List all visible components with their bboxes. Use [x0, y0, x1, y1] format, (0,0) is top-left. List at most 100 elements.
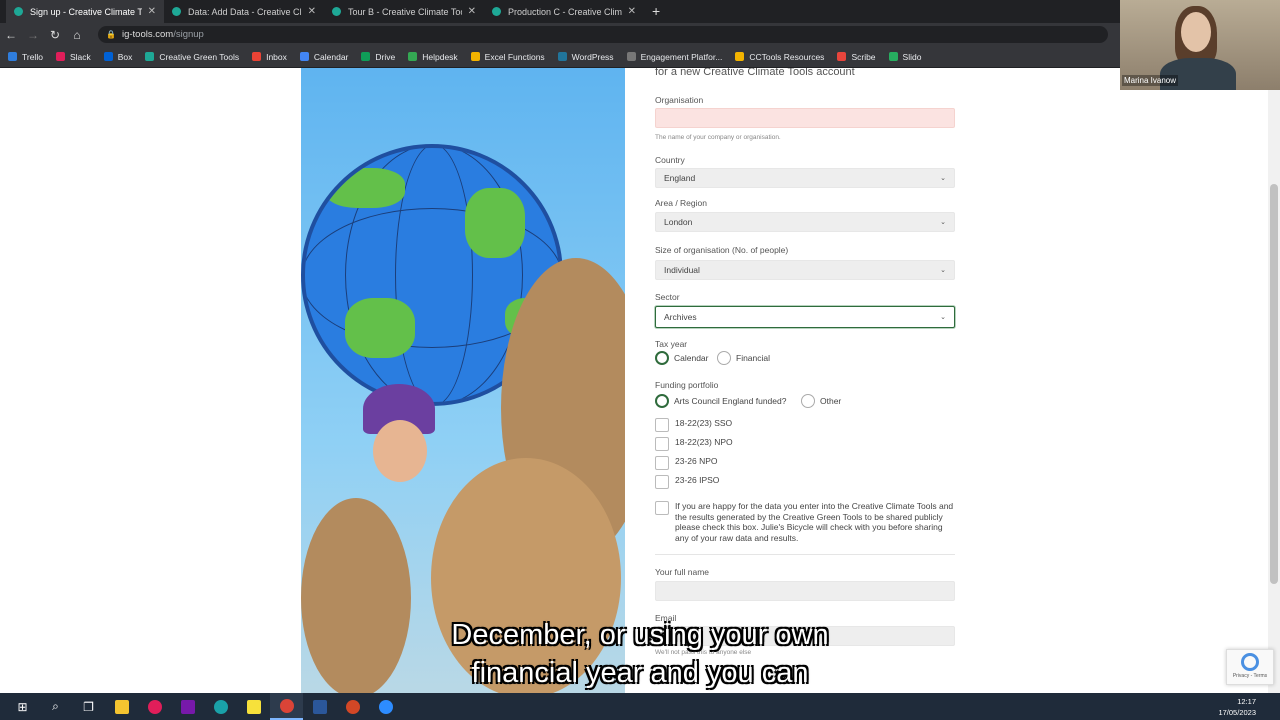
full-name-input[interactable]	[655, 581, 955, 601]
bookmark-item[interactable]: Helpdesk	[408, 52, 458, 62]
bookmark-icon	[299, 52, 309, 61]
hero-photo	[301, 68, 625, 693]
bookmark-icon	[408, 52, 418, 61]
sticky-notes-icon[interactable]	[237, 693, 270, 720]
presenter-face	[1181, 12, 1211, 52]
bookmark-item[interactable]: Engagement Platfor...	[626, 52, 722, 62]
slack-icon[interactable]	[138, 693, 171, 720]
funding-other-radio[interactable]: Other	[801, 394, 841, 408]
page-scrollbar[interactable]	[1268, 68, 1280, 693]
sector-label: Sector	[655, 292, 680, 302]
close-tab-icon[interactable]: ✕	[628, 6, 636, 17]
funding-label: Funding portfolio	[655, 380, 719, 390]
bookmark-icon	[470, 52, 480, 61]
tab-sign-up[interactable]: Sign up - Creative Climate Tools✕	[6, 0, 164, 23]
size-label: Size of organisation (No. of people)	[655, 245, 789, 255]
bookmark-icon	[252, 52, 262, 61]
home-icon[interactable]: ⌂	[66, 28, 88, 42]
search-icon[interactable]: ⌕	[39, 693, 72, 720]
bookmark-icon	[888, 52, 898, 61]
tab-add-data[interactable]: Data: Add Data - Creative Climat✕	[164, 0, 324, 23]
bookmark-item[interactable]: Slack	[55, 52, 91, 62]
funding-ace-radio[interactable]: Arts Council England funded?	[655, 394, 786, 408]
close-tab-icon[interactable]: ✕	[468, 6, 476, 17]
region-select[interactable]: London ⌄	[655, 212, 955, 232]
edge-icon[interactable]	[204, 693, 237, 720]
bookmark-icon	[735, 52, 745, 61]
portfolio-checkbox[interactable]: 18-22(23) NPO	[655, 437, 733, 451]
bookmark-item[interactable]: Inbox	[252, 52, 287, 62]
bookmark-item[interactable]: Box	[103, 52, 132, 62]
url-field[interactable]: 🔒 ig-tools.com/signup	[98, 26, 1108, 43]
organisation-input[interactable]	[655, 108, 955, 128]
windows-start-icon[interactable]: ⊞	[6, 693, 39, 720]
divider	[655, 554, 955, 555]
country-label: Country	[655, 155, 685, 165]
tab-production-c[interactable]: Production C - Creative Climate T✕	[484, 0, 644, 23]
bookmark-item[interactable]: Calendar	[299, 52, 348, 62]
webcam-overlay: Marina Ivanow	[1120, 0, 1280, 90]
bookmark-item[interactable]: Scribe	[837, 52, 876, 62]
site-favicon-icon	[172, 7, 181, 16]
portfolio-checkbox[interactable]: 18-22(23) SSO	[655, 418, 732, 432]
bookmark-icon	[626, 52, 636, 61]
bookmark-item[interactable]: CCTools Resources	[735, 52, 824, 62]
organisation-help: The name of your company or organisation…	[655, 134, 781, 141]
task-view-icon[interactable]: ❐	[72, 693, 105, 720]
signup-form: for a new Creative Climate Tools account…	[625, 68, 985, 693]
site-favicon-icon	[492, 7, 501, 16]
site-favicon-icon	[14, 7, 23, 16]
chevron-down-icon: ⌄	[940, 267, 946, 274]
full-name-label: Your full name	[655, 567, 710, 577]
size-select[interactable]: Individual ⌄	[655, 260, 955, 280]
system-clock[interactable]: 12:17 17/05/2023	[1218, 696, 1256, 718]
portfolio-checkbox[interactable]: 23-26 NPO	[655, 456, 718, 470]
powerpoint-icon[interactable]	[336, 693, 369, 720]
bookmark-icon	[557, 52, 567, 61]
tab-tour-b[interactable]: Tour B - Creative Climate Tools ✕	[324, 0, 484, 23]
bookmark-item[interactable]: Trello	[8, 52, 43, 62]
word-icon[interactable]	[303, 693, 336, 720]
performer-face	[373, 420, 427, 482]
windows-taskbar: ⊞ ⌕ ❐ 12:17 17/05/2023	[0, 693, 1280, 720]
presenter-name: Marina Ivanow	[1122, 75, 1179, 86]
tax-year-financial-radio[interactable]: Financial	[717, 351, 770, 365]
bookmark-icon	[145, 52, 155, 61]
reload-icon[interactable]: ↻	[44, 28, 66, 42]
site-favicon-icon	[332, 7, 341, 16]
bookmark-item[interactable]: Creative Green Tools	[145, 52, 239, 62]
region-label: Area / Region	[655, 198, 707, 208]
consent-checkbox[interactable]: If you are happy for the data you enter …	[655, 501, 955, 543]
bookmark-icon	[8, 52, 17, 61]
back-icon[interactable]: ←	[0, 28, 22, 42]
bookmark-icon	[361, 52, 371, 61]
chrome-icon[interactable]	[270, 693, 303, 720]
scrollbar-thumb[interactable]	[1270, 184, 1278, 584]
bookmark-item[interactable]: Excel Functions	[470, 52, 545, 62]
new-tab-button[interactable]: +	[652, 3, 660, 19]
onenote-icon[interactable]	[171, 693, 204, 720]
bookmark-item[interactable]: Slido	[888, 52, 921, 62]
bookmarks-bar: Trello Slack Box Creative Green Tools Inbox C…	[0, 46, 1280, 68]
file-explorer-icon[interactable]	[105, 693, 138, 720]
form-intro: for a new Creative Climate Tools account	[655, 68, 855, 78]
page-content: for a new Creative Climate Tools account…	[0, 68, 1280, 693]
address-bar-row: ← → ↻ ⌂ 🔒ig-tools.com/signup ⌕	[0, 23, 1280, 46]
bookmark-icon	[837, 52, 847, 61]
bookmark-item[interactable]: WordPress	[557, 52, 614, 62]
bookmark-item[interactable]: Drive	[361, 52, 395, 62]
video-caption: December, or using your own financial ye…	[451, 619, 829, 689]
bookmark-icon	[55, 52, 65, 61]
chevron-down-icon: ⌄	[940, 314, 946, 321]
portfolio-checkbox[interactable]: 23-26 IPSO	[655, 475, 719, 489]
lock-icon: 🔒	[106, 30, 116, 39]
zoom-app-icon[interactable]	[369, 693, 402, 720]
forward-icon[interactable]: →	[22, 28, 44, 42]
close-tab-icon[interactable]: ✕	[148, 6, 156, 17]
country-select[interactable]: England ⌄	[655, 168, 955, 188]
close-tab-icon[interactable]: ✕	[308, 6, 316, 17]
organisation-label: Organisation	[655, 95, 704, 105]
sector-select[interactable]: Archives ⌄	[655, 306, 955, 328]
tax-year-calendar-radio[interactable]: Calendar	[655, 351, 709, 365]
tax-year-label: Tax year	[655, 339, 688, 349]
